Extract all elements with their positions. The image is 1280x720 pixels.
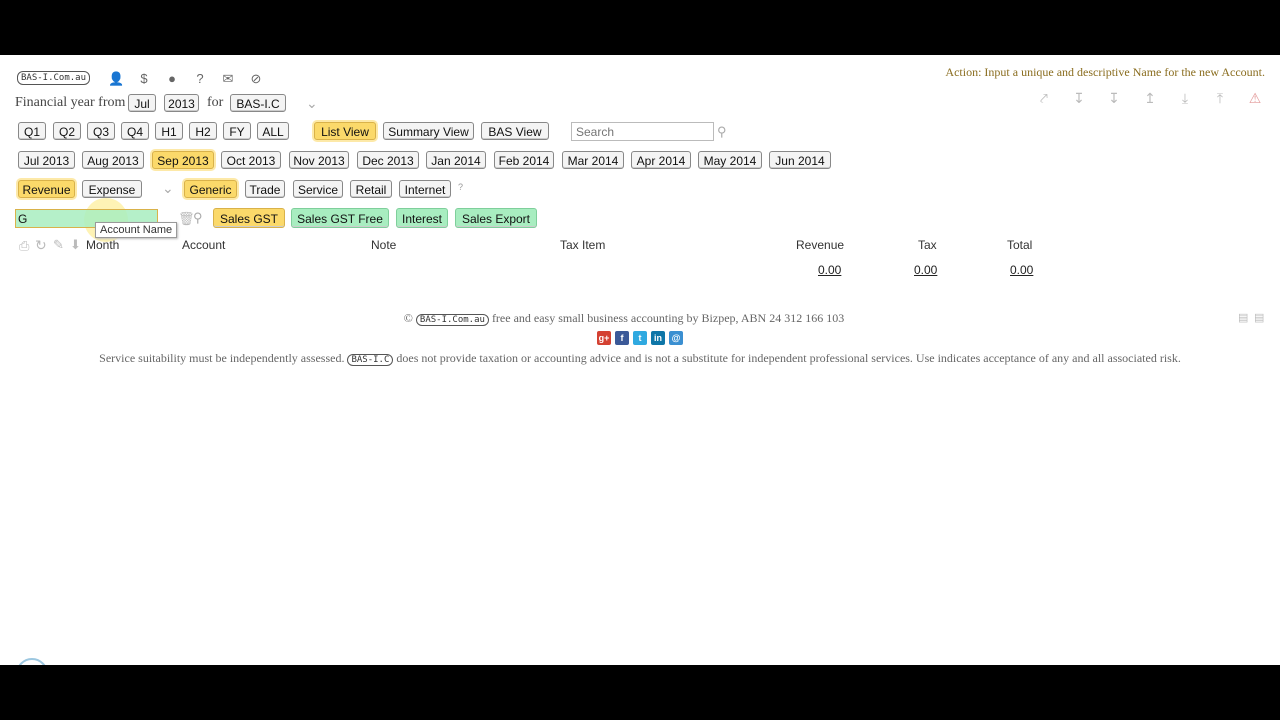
month-button[interactable]: Apr 2014 xyxy=(631,151,691,169)
category-service-button[interactable]: Service xyxy=(293,180,343,198)
type-chevron-down-icon[interactable]: ⌄ xyxy=(162,180,174,197)
col-tax-item[interactable]: Tax Item xyxy=(560,238,605,252)
chevron-down-icon[interactable]: ⌄ xyxy=(306,95,318,112)
html5-icon: ▤ xyxy=(1238,312,1249,324)
tax-total[interactable]: 0.00 xyxy=(914,263,937,277)
period-q2-button[interactable]: Q2 xyxy=(53,122,81,140)
search-input[interactable] xyxy=(571,122,714,141)
month-button[interactable]: Dec 2013 xyxy=(357,151,419,169)
month-button[interactable]: Jan 2014 xyxy=(426,151,486,169)
person-icon[interactable]: ● xyxy=(164,71,180,87)
bas-view-button[interactable]: BAS View xyxy=(481,122,549,140)
account-name-tooltip: Account Name xyxy=(95,222,178,238)
help-mark[interactable]: ? xyxy=(458,182,463,192)
grand-total[interactable]: 0.00 xyxy=(1010,263,1033,277)
col-tax[interactable]: Tax xyxy=(918,238,937,252)
export-icon[interactable]: ⤓ xyxy=(1177,90,1193,106)
account-sales-gst-free-button[interactable]: Sales GST Free xyxy=(291,208,389,228)
print-icon[interactable]: ⎙ xyxy=(19,238,29,254)
linkedin-icon[interactable]: in xyxy=(651,331,665,345)
footer-logo[interactable]: BAS-I.Com.au xyxy=(415,314,489,326)
category-generic-button[interactable]: Generic xyxy=(184,180,237,198)
month-button[interactable]: Nov 2013 xyxy=(289,151,349,169)
fy-label: Financial year from xyxy=(15,95,126,110)
month-button[interactable]: Oct 2013 xyxy=(221,151,281,169)
period-all-button[interactable]: ALL xyxy=(257,122,289,140)
period-h2-button[interactable]: H2 xyxy=(189,122,217,140)
month-button[interactable]: May 2014 xyxy=(698,151,762,169)
category-internet-button[interactable]: Internet xyxy=(399,180,451,198)
footer-line: © BAS-I.Com.au free and easy small busin… xyxy=(0,311,1248,326)
summary-view-button[interactable]: Summary View xyxy=(383,122,474,140)
expense-type-button[interactable]: Expense xyxy=(82,180,142,198)
edit-icon[interactable]: ✎ xyxy=(53,237,64,253)
search-icon[interactable]: ⚲ xyxy=(717,124,727,140)
month-button[interactable]: Jul 2013 xyxy=(18,151,75,169)
col-revenue[interactable]: Revenue xyxy=(796,238,844,252)
upload-icon[interactable]: ↥ xyxy=(1142,90,1158,106)
disclaimer-badge: BAS-I.C xyxy=(347,354,394,366)
disclaimer-text-2: does not provide taxation or accounting … xyxy=(396,351,1181,365)
period-h1-button[interactable]: H1 xyxy=(155,122,183,140)
revenue-type-button[interactable]: Revenue xyxy=(18,180,75,198)
hide-icon[interactable]: ⊘ xyxy=(248,71,264,87)
footer-tagline: free and easy small business accounting … xyxy=(491,311,845,325)
month-button[interactable]: Jun 2014 xyxy=(769,151,831,169)
month-button[interactable]: Mar 2014 xyxy=(562,151,624,169)
google-plus-icon[interactable]: g+ xyxy=(597,331,611,345)
month-button[interactable]: Aug 2013 xyxy=(82,151,144,169)
period-q3-button[interactable]: Q3 xyxy=(87,122,115,140)
logo[interactable]: BAS-I.Com.au xyxy=(17,71,91,85)
period-q1-button[interactable]: Q1 xyxy=(18,122,46,140)
user-icon[interactable]: 👤 xyxy=(108,71,124,87)
revenue-total[interactable]: 0.00 xyxy=(818,263,841,277)
col-account[interactable]: Account xyxy=(182,238,225,252)
col-month[interactable]: Month xyxy=(86,238,119,252)
twitter-icon[interactable]: t xyxy=(633,331,647,345)
refresh-icon[interactable]: ↻ xyxy=(35,237,47,254)
for-label: for xyxy=(207,95,224,110)
category-trade-button[interactable]: Trade xyxy=(245,180,285,198)
account-search-icon[interactable]: ⚲ xyxy=(193,210,203,226)
period-fy-button[interactable]: FY xyxy=(223,122,251,140)
action-message: Action: Input a unique and descriptive N… xyxy=(945,65,1265,79)
account-sales-export-button[interactable]: Sales Export xyxy=(455,208,537,228)
help-icon[interactable]: ? xyxy=(192,71,208,87)
category-retail-button[interactable]: Retail xyxy=(350,180,392,198)
css3-icon: ▤ xyxy=(1254,312,1265,324)
facebook-icon[interactable]: f xyxy=(615,331,629,345)
page: BAS-I.Com.au 👤 $ ● ? ✉ ⊘ Action: Input a… xyxy=(0,55,1280,665)
account-sales-gst-button[interactable]: Sales GST xyxy=(213,208,285,228)
col-total[interactable]: Total xyxy=(1007,238,1032,252)
month-button[interactable]: Feb 2014 xyxy=(494,151,554,169)
entity-select[interactable]: BAS-I.C xyxy=(230,94,286,112)
col-note[interactable]: Note xyxy=(371,238,396,252)
download-row-icon[interactable]: ⬇ xyxy=(70,237,81,253)
download-icon[interactable]: ↧ xyxy=(1071,90,1087,106)
dollar-icon[interactable]: $ xyxy=(136,71,152,87)
month-button[interactable]: Sep 2013 xyxy=(152,151,214,169)
disclaimer-text-1: Service suitability must be independentl… xyxy=(99,351,345,365)
mail-icon[interactable]: ✉ xyxy=(220,71,236,87)
account-interest-button[interactable]: Interest xyxy=(396,208,448,228)
download-alt-icon[interactable]: ↧ xyxy=(1106,90,1122,106)
copyright-symbol: © xyxy=(403,311,413,325)
upload-alt-icon[interactable]: ⤒ xyxy=(1212,90,1228,106)
share-icon[interactable]: ⤤ xyxy=(1036,90,1052,106)
warning-icon[interactable]: ⚠ xyxy=(1247,90,1263,106)
chat-widget-icon[interactable] xyxy=(16,658,48,665)
fy-year-select[interactable]: 2013 xyxy=(164,94,199,112)
email-share-icon[interactable]: @ xyxy=(669,331,683,345)
disclaimer: Service suitability must be independentl… xyxy=(0,351,1280,366)
period-q4-button[interactable]: Q4 xyxy=(121,122,149,140)
fy-month-select[interactable]: Jul xyxy=(128,94,156,112)
list-view-button[interactable]: List View xyxy=(314,122,376,140)
